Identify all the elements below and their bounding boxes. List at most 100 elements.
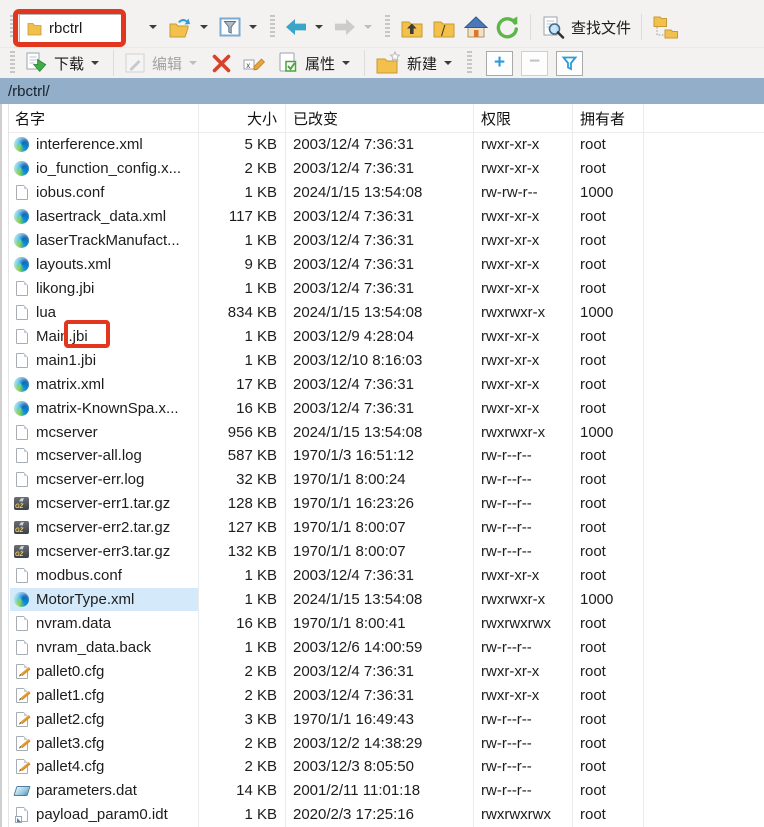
file-row[interactable]: layouts.xml9 KB2003/12/4 7:36:31rwxr-xr-… [0, 253, 764, 277]
download-button[interactable]: 下载 [21, 49, 87, 77]
file-row[interactable]: matrix-KnownSpa.x...16 KB2003/12/4 7:36:… [0, 396, 764, 420]
forward-dropdown-arrow[interactable] [364, 25, 372, 33]
file-name-cell[interactable]: interference.xml [10, 133, 198, 157]
file-row[interactable]: pallet1.cfg2 KB2003/12/4 7:36:31rwxr-xr-… [0, 683, 764, 707]
back-button[interactable] [281, 15, 311, 39]
file-name-cell[interactable]: MotorType.xml [10, 588, 198, 612]
file-name-cell[interactable]: GZmcserver-err2.tar.gz [10, 516, 198, 540]
file-name-cell[interactable]: pallet3.cfg [10, 731, 198, 755]
column-separator[interactable] [473, 104, 474, 827]
file-row[interactable]: MotorType.xml1 KB2024/1/15 13:54:08rwxrw… [0, 588, 764, 612]
filter-dropdown-arrow[interactable] [249, 25, 257, 33]
new-dropdown-arrow[interactable] [444, 61, 452, 69]
file-row[interactable]: pallet3.cfg2 KB2003/12/2 14:38:29rw-r--r… [0, 731, 764, 755]
file-row[interactable]: pallet4.cfg2 KB2003/12/3 8:05:50rw-r--r-… [0, 755, 764, 779]
toolbar-grip[interactable] [270, 15, 275, 39]
file-name-cell[interactable]: lasertrack_data.xml [10, 205, 198, 229]
file-row[interactable]: Main.jbi1 KB2003/12/9 4:28:04rwxr-xr-xro… [0, 324, 764, 348]
file-row[interactable]: matrix.xml17 KB2003/12/4 7:36:31rwxr-xr-… [0, 372, 764, 396]
column-header-rights[interactable]: 权限 [473, 108, 572, 129]
rename-button[interactable]: x [239, 50, 270, 76]
file-name-cell[interactable]: io_function_config.x... [10, 157, 198, 181]
file-name-cell[interactable]: pallet2.cfg [10, 707, 198, 731]
file-name-cell[interactable]: modbus.conf [10, 564, 198, 588]
column-separator[interactable] [643, 104, 644, 827]
file-row[interactable]: modbus.conf1 KB2003/12/4 7:36:31rwxr-xr-… [0, 564, 764, 588]
file-name-cell[interactable]: mcserver-all.log [10, 444, 198, 468]
file-row[interactable]: pallet0.cfg2 KB2003/12/4 7:36:31rwxr-xr-… [0, 659, 764, 683]
properties-dropdown-arrow[interactable] [342, 61, 350, 69]
file-row[interactable]: GZmcserver-err3.tar.gz132 KB1970/1/1 8:0… [0, 540, 764, 564]
file-row[interactable]: GZmcserver-err2.tar.gz127 KB1970/1/1 8:0… [0, 516, 764, 540]
file-row[interactable]: laserTrackManufact...1 KB2003/12/4 7:36:… [0, 229, 764, 253]
file-row[interactable]: mcserver-err.log32 KB1970/1/1 8:00:24rw-… [0, 468, 764, 492]
column-header-owner[interactable]: 拥有者 [572, 108, 643, 129]
edit-button[interactable]: 编辑 [121, 50, 185, 76]
file-name-cell[interactable]: nvram.data [10, 611, 198, 635]
file-name-cell[interactable]: laserTrackManufact... [10, 229, 198, 253]
file-name-cell[interactable]: likong.jbi [10, 277, 198, 301]
file-name-cell[interactable]: iobus.conf [10, 181, 198, 205]
file-name-cell[interactable]: pallet1.cfg [10, 683, 198, 707]
file-row[interactable]: io_function_config.x...2 KB2003/12/4 7:3… [0, 157, 764, 181]
file-row[interactable]: likong.jbi1 KB2003/12/4 7:36:31rwxr-xr-x… [0, 277, 764, 301]
root-directory-button[interactable]: / [428, 13, 460, 41]
file-name-cell[interactable]: pallet0.cfg [10, 659, 198, 683]
file-row[interactable]: main1.jbi1 KB2003/12/10 8:16:03rwxr-xr-x… [0, 348, 764, 372]
file-row[interactable]: nvram_data.back1 KB2003/12/6 14:00:59rw-… [0, 635, 764, 659]
toolbar-grip[interactable] [10, 15, 15, 39]
file-row[interactable]: pallet2.cfg3 KB1970/1/1 16:49:43rw-r--r-… [0, 707, 764, 731]
properties-button[interactable]: 属性 [274, 49, 338, 77]
column-header-name[interactable]: 名字 [10, 108, 198, 129]
file-row[interactable]: nvram.data16 KB1970/1/1 8:00:41rwxrwxrwx… [0, 611, 764, 635]
filter-button[interactable] [215, 13, 245, 41]
file-name-cell[interactable]: matrix-KnownSpa.x... [10, 396, 198, 420]
file-name-cell[interactable]: payload_param0.idt [10, 803, 198, 827]
open-directory-button[interactable] [164, 13, 196, 41]
directory-tree-button[interactable] [649, 13, 683, 41]
file-name-cell[interactable]: mcserver [10, 420, 198, 444]
open-directory-dropdown-arrow[interactable] [200, 25, 208, 33]
path-bar[interactable]: /rbctrl/ [0, 78, 764, 104]
add-filter-button[interactable]: + [486, 51, 513, 76]
address-dropdown-arrow[interactable] [149, 25, 157, 33]
edit-dropdown-arrow[interactable] [189, 61, 197, 69]
file-row[interactable]: lua834 KB2024/1/15 13:54:08rwxrwxr-x1000 [0, 300, 764, 324]
remove-filter-button[interactable]: − [521, 51, 548, 76]
toolbar-grip[interactable] [467, 51, 472, 75]
file-name-cell[interactable]: mcserver-err.log [10, 468, 198, 492]
file-name-cell[interactable]: nvram_data.back [10, 635, 198, 659]
delete-button[interactable] [208, 51, 235, 76]
toolbar-grip[interactable] [10, 51, 15, 75]
column-separator[interactable] [198, 104, 199, 827]
refresh-button[interactable] [492, 13, 523, 41]
toolbar-grip[interactable] [385, 15, 390, 39]
file-name-cell[interactable]: GZmcserver-err1.tar.gz [10, 492, 198, 516]
download-dropdown-arrow[interactable] [91, 61, 99, 69]
column-header-changed[interactable]: 已改变 [285, 108, 473, 129]
column-header-size[interactable]: 大小 [198, 108, 285, 129]
parent-directory-button[interactable] [396, 13, 428, 41]
file-row[interactable]: mcserver-all.log587 KB1970/1/3 16:51:12r… [0, 444, 764, 468]
file-row[interactable]: mcserver956 KB2024/1/15 13:54:08rwxrwxr-… [0, 420, 764, 444]
file-name-cell[interactable]: Main.jbi [10, 324, 198, 348]
file-name-cell[interactable]: parameters.dat [10, 779, 198, 803]
file-name-cell[interactable]: main1.jbi [10, 348, 198, 372]
file-name-cell[interactable]: lua [10, 300, 198, 324]
forward-button[interactable] [330, 15, 360, 39]
column-separator[interactable] [572, 104, 573, 827]
file-row[interactable]: lasertrack_data.xml117 KB2003/12/4 7:36:… [0, 205, 764, 229]
address-combo[interactable]: rbctrl [19, 14, 122, 43]
file-name-cell[interactable]: layouts.xml [10, 253, 198, 277]
file-row[interactable]: interference.xml5 KB2003/12/4 7:36:31rwx… [0, 133, 764, 157]
file-row[interactable]: iobus.conf1 KB2024/1/15 13:54:08rw-rw-r-… [0, 181, 764, 205]
file-name-cell[interactable]: pallet4.cfg [10, 755, 198, 779]
file-name-cell[interactable]: GZmcserver-err3.tar.gz [10, 540, 198, 564]
find-files-button[interactable]: 查找文件 [538, 13, 634, 42]
file-row[interactable]: payload_param0.idt1 KB2020/2/3 17:25:16r… [0, 803, 764, 827]
new-button[interactable]: 新建 [372, 49, 440, 77]
file-row[interactable]: parameters.dat14 KB2001/2/11 11:01:18rw-… [0, 779, 764, 803]
file-name-cell[interactable]: matrix.xml [10, 372, 198, 396]
file-row[interactable]: GZmcserver-err1.tar.gz128 KB1970/1/1 16:… [0, 492, 764, 516]
back-dropdown-arrow[interactable] [315, 25, 323, 33]
